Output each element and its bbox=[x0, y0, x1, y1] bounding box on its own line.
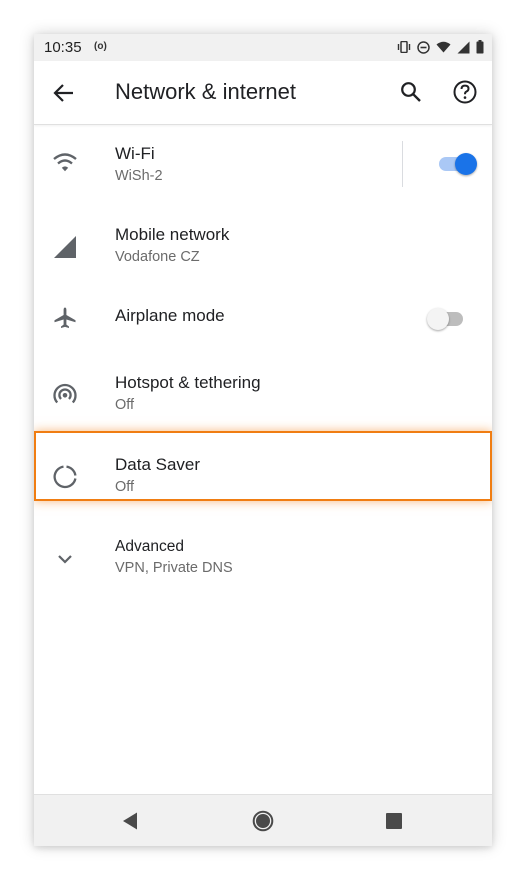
toggle-thumb bbox=[427, 308, 449, 330]
settings-item-mobile-network[interactable]: Mobile network Vodafone CZ bbox=[34, 207, 492, 289]
page-title: Network & internet bbox=[115, 79, 296, 104]
settings-item-title: Data Saver bbox=[115, 455, 201, 474]
screenshot-stage: 10:35 (o) Network & internet Wi-Fi WiSh-… bbox=[0, 0, 525, 877]
settings-item-wifi[interactable]: Wi-Fi WiSh-2 bbox=[34, 125, 492, 207]
help-button[interactable] bbox=[451, 78, 479, 106]
settings-item-advanced[interactable]: Advanced VPN, Private DNS bbox=[34, 517, 492, 599]
settings-item-airplane-mode[interactable]: Airplane mode bbox=[34, 289, 492, 353]
vibrate-icon bbox=[397, 41, 411, 53]
battery-icon bbox=[476, 40, 484, 54]
status-bar: 10:35 (o) bbox=[34, 34, 492, 61]
divider bbox=[402, 141, 403, 187]
navigation-bar bbox=[34, 794, 492, 846]
wifi-signal-icon bbox=[436, 41, 451, 53]
settings-item-subtitle: Off bbox=[115, 397, 135, 413]
settings-item-hotspot[interactable]: Hotspot & tethering Off bbox=[34, 353, 492, 435]
settings-item-title: Mobile network bbox=[115, 225, 230, 244]
search-button[interactable] bbox=[398, 79, 424, 105]
data-saver-icon bbox=[52, 464, 78, 490]
cell-signal-icon bbox=[457, 41, 470, 53]
wifi-toggle[interactable] bbox=[435, 153, 477, 175]
settings-item-title: Airplane mode bbox=[115, 306, 225, 325]
nav-recents-icon bbox=[386, 813, 402, 829]
status-icons bbox=[397, 39, 484, 55]
settings-item-data-saver[interactable]: Data Saver Off bbox=[34, 435, 492, 517]
search-icon bbox=[401, 82, 421, 102]
settings-item-title: Hotspot & tethering bbox=[115, 373, 261, 392]
cell-signal-icon bbox=[52, 234, 78, 260]
arrow-back-icon bbox=[53, 84, 73, 102]
wifi-icon bbox=[52, 150, 78, 176]
nav-home-button[interactable] bbox=[251, 809, 275, 833]
do-not-disturb-icon bbox=[417, 40, 430, 54]
status-time: 10:35 bbox=[44, 39, 82, 56]
settings-item-subtitle: Off bbox=[115, 479, 135, 495]
settings-item-title: Advanced bbox=[115, 538, 184, 555]
phone-screen: 10:35 (o) Network & internet Wi-Fi WiSh-… bbox=[34, 34, 492, 846]
back-button[interactable] bbox=[50, 79, 78, 107]
nav-back-button[interactable] bbox=[118, 809, 142, 833]
help-icon bbox=[453, 80, 477, 104]
chevron-down-icon bbox=[52, 546, 78, 572]
app-bar: Network & internet bbox=[34, 61, 492, 125]
nav-recents-button[interactable] bbox=[382, 809, 406, 833]
nav-home-icon bbox=[252, 810, 274, 832]
airplane-icon bbox=[52, 305, 78, 331]
hotspot-icon bbox=[52, 382, 78, 408]
toggle-thumb bbox=[455, 153, 477, 175]
settings-item-subtitle: VPN, Private DNS bbox=[115, 560, 233, 576]
airplane-mode-toggle[interactable] bbox=[427, 308, 467, 330]
nav-back-icon bbox=[123, 812, 137, 830]
radio-indicator-icon: (o) bbox=[94, 41, 107, 52]
settings-item-subtitle: Vodafone CZ bbox=[115, 249, 200, 265]
settings-item-title: Wi-Fi bbox=[115, 144, 155, 163]
settings-item-subtitle: WiSh-2 bbox=[115, 168, 163, 184]
